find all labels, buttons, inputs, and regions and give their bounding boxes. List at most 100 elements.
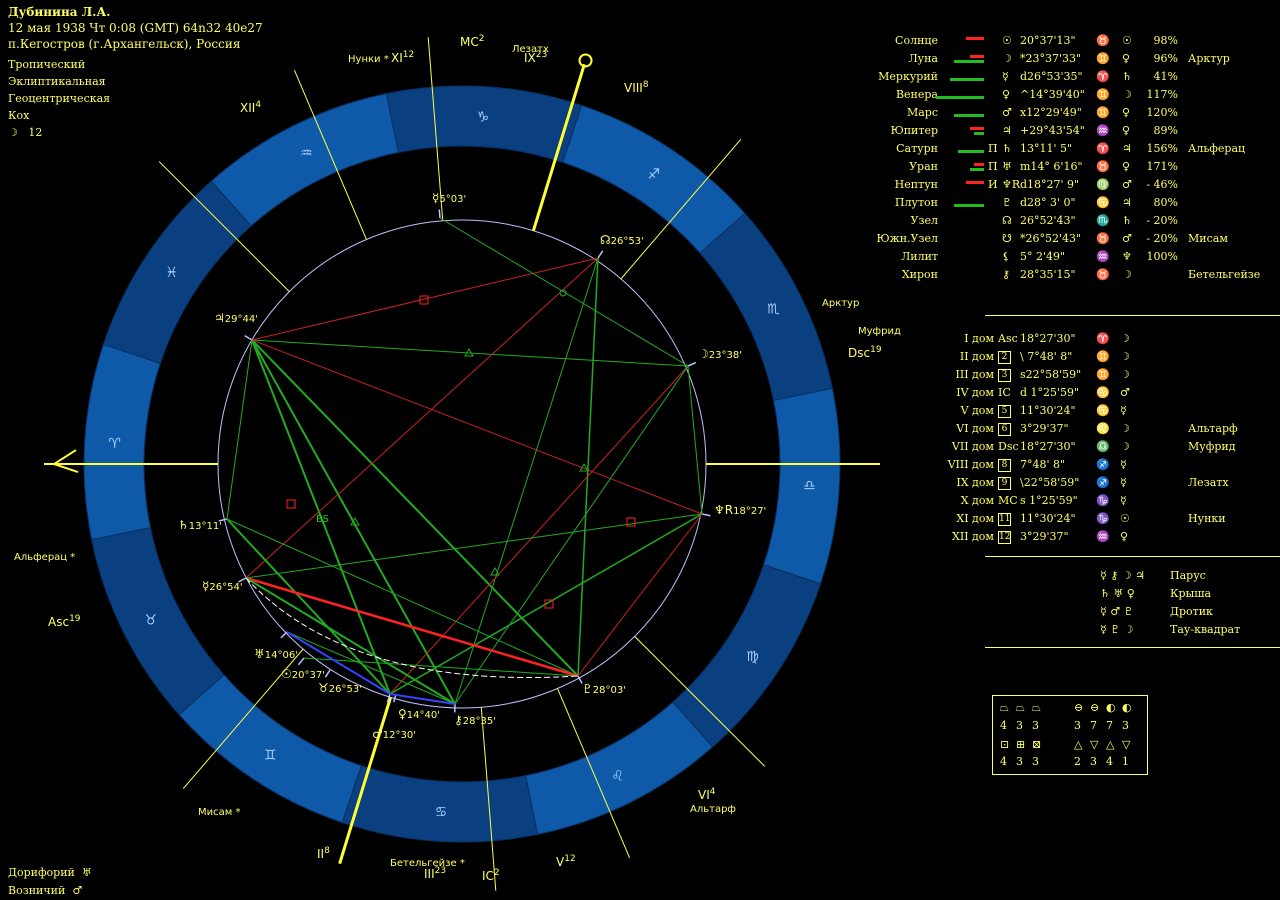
zodiac-sign-icon[interactable]: ♋ (435, 804, 448, 820)
house-row[interactable]: XII дом 12 3°29'37" ♒ ♀ (940, 528, 1280, 546)
planet-pct: - 20% (1146, 232, 1178, 245)
quality-count: 7 (1090, 719, 1097, 732)
planet-label[interactable]: ♂12°30' (372, 727, 416, 741)
planet-pos: *26°52'43" (1020, 232, 1082, 245)
aspect-line (577, 513, 703, 677)
planet-label[interactable]: ☽23°38' (698, 347, 742, 361)
quality-icon: ◐ (1106, 701, 1116, 714)
planet-name: Юпитер (890, 124, 938, 137)
house-row[interactable]: IV дом IC d 1°25'59" ♋ ♂ (940, 384, 1280, 402)
house-ruler: ☉ (1120, 512, 1130, 525)
planet-glyph: ☽ (1002, 52, 1012, 65)
house-sign: ♌ (1096, 422, 1110, 435)
house-name: XI дом (956, 512, 994, 525)
planet-row[interactable]: Сатурн П ♄ 13°11' 5" ♈ ♃ 156% Альферац (860, 140, 1280, 158)
zodiac-sign-icon[interactable]: ♉ (144, 613, 157, 629)
zodiac-sign-icon[interactable]: ♐ (648, 167, 661, 183)
planet-name: Сатурн (896, 142, 938, 155)
zodiac-sign-icon[interactable]: ♑ (477, 110, 490, 126)
planet-row[interactable]: Солнце ☉ 20°37'13" ♉ ☉ 98% (860, 32, 1280, 50)
planet-ruler: ♂ (1122, 232, 1132, 245)
planet-row[interactable]: Венера ♀ ^14°39'40" ♊ ☽ 117% (860, 86, 1280, 104)
house-row[interactable]: VI дом 6 3°29'37" ♌ ☽ Альтарф (940, 420, 1280, 438)
zodiac-sign-icon[interactable]: ♓ (165, 265, 178, 281)
planet-row[interactable]: Узел ☊ 26°52'43" ♏ ♄ - 20% (860, 212, 1280, 230)
zodiac-sign-icon[interactable]: ♏ (767, 301, 780, 317)
configuration-row[interactable]: ☿ ♇ ☽ Тау-квадрат (1100, 621, 1280, 639)
planet-label[interactable]: ♆R18°27' (714, 503, 766, 517)
planet-tick (687, 361, 697, 367)
planet-label[interactable]: ♄13°11' (178, 518, 222, 532)
planet-glyph: ♆R (1002, 178, 1021, 191)
planet-name: Хирон (901, 268, 938, 281)
element-icon: ⊡ (1000, 738, 1010, 751)
house-row[interactable]: IX дом 9 \22°58'59" ♐ ☿ Лезатх (940, 474, 1280, 492)
planet-label[interactable]: ♀14°40' (398, 707, 440, 721)
house-row[interactable]: III дом 3 s22°58'59" ♊ ☽ (940, 366, 1280, 384)
house-cusp: 6 (998, 423, 1011, 436)
planet-label[interactable]: ☉20°37' (281, 667, 325, 681)
planet-row[interactable]: Марс ♂ x12°29'49" ♊ ♀ 120% (860, 104, 1280, 122)
planet-sign: ♉ (1096, 34, 1110, 47)
zodiac-sign-icon[interactable]: ♎ (803, 478, 816, 494)
house-number-label: XII4 (240, 100, 261, 115)
house-row[interactable]: II дом 2 \ 7°48' 8" ♊ ☽ (940, 348, 1280, 366)
planet-label[interactable]: ☿26°54' (202, 579, 243, 593)
house-ruler: ☿ (1120, 404, 1127, 417)
aspect-line (251, 257, 599, 341)
planet-pos: x12°29'49" (1020, 106, 1082, 119)
zodiac-sign-icon[interactable]: ♒ (300, 146, 313, 162)
planet-tick (438, 209, 441, 219)
house-name: IX дом (956, 476, 994, 489)
planet-name: Меркурий (878, 70, 938, 83)
house-row[interactable]: V дом 5 11°30'24" ♋ ☿ (940, 402, 1280, 420)
planet-label[interactable]: ♇28°03' (582, 682, 626, 696)
configuration-row[interactable]: ☿ ♂ ♇ Дротик (1100, 603, 1280, 621)
configuration-glyphs: ☿ ♇ ☽ (1100, 623, 1134, 636)
planet-label[interactable]: ♅14°06' (254, 647, 298, 661)
planet-row[interactable]: Южн.Узел ☋ *26°52'43" ♉ ♂ - 20% Мисам (860, 230, 1280, 248)
planet-label[interactable]: ☿5°03' (432, 191, 466, 205)
configuration-row[interactable]: ☿ ⚷ ☽ ♃ Парус (1100, 567, 1280, 585)
house-ruler: ♀ (1120, 530, 1129, 543)
planet-pct: 171% (1146, 160, 1178, 173)
planet-star: Мисам (1188, 232, 1228, 245)
house-row[interactable]: X дом MC s 1°25'59" ♑ ☿ (940, 492, 1280, 510)
zodiac-sign-icon[interactable]: ♌ (611, 768, 624, 784)
mc-label: MC2 (460, 34, 484, 49)
planet-mark: П (988, 142, 998, 155)
house-row[interactable]: VIII дом 8 7°48' 8" ♐ ☿ (940, 456, 1280, 474)
house-sign: ♑ (1096, 512, 1110, 525)
aspect-line (226, 339, 253, 520)
planet-label[interactable]: ⚷28°35' (454, 713, 496, 727)
zodiac-sector (83, 343, 161, 541)
house-row[interactable]: I дом Asc 18°27'30" ♈ ☽ (940, 330, 1280, 348)
asc-label: Asc19 (48, 614, 81, 629)
zodiac-sign-icon[interactable]: ♈ (108, 436, 121, 452)
planet-label[interactable]: ☊26°53' (600, 233, 644, 247)
planet-row[interactable]: Хирон ⚷ 28°35'15" ♉ ☽ Бетельгейзе (860, 266, 1280, 284)
planet-name: Марс (906, 106, 938, 119)
zodiac-sign-icon[interactable]: ♊ (264, 747, 277, 763)
planet-row[interactable]: Уран П ♅ m14° 6'16" ♉ ♀ 171% (860, 158, 1280, 176)
planet-row[interactable]: Плутон ♇ d28° 3' 0" ♋ ♃ 80% (860, 194, 1280, 212)
planet-row[interactable]: Луна ☽ *23°37'33" ♊ ♀ 96% Арктур (860, 50, 1280, 68)
house-ruler: ☽ (1120, 332, 1130, 345)
house-row[interactable]: VII дом Dsc 18°27'30" ♎ ☽ Муфрид (940, 438, 1280, 456)
planet-star: Альферац (1188, 142, 1246, 155)
planet-label[interactable]: ♉26°53' (318, 681, 362, 695)
natal-chart-wheel[interactable]: ♈♉♊♋♌♍♎♏♐♑♒♓MC2IC2Asc19Dsc19XII4XI12 IX23… (0, 0, 950, 900)
configuration-row[interactable]: ♄ ♅ ♀ Крыша (1100, 585, 1280, 603)
zodiac-sign-icon[interactable]: ♍ (746, 649, 759, 665)
planet-row[interactable]: Юпитер ♃ +29°43'54" ♒ ♀ 89% (860, 122, 1280, 140)
planet-name: Венера (895, 88, 938, 101)
planet-row[interactable]: Лилит ⚸ 5° 2'49" ♒ ♆ 100% (860, 248, 1280, 266)
house-row[interactable]: XI дом 11 11°30'24" ♑ ☉ Нунки (940, 510, 1280, 528)
planet-sign: ♊ (1096, 52, 1110, 65)
benefic-bar (954, 114, 984, 117)
planet-row[interactable]: Меркурий ☿ d26°53'35" ♈ ♄ 41% (860, 68, 1280, 86)
planet-pct: 89% (1153, 124, 1178, 137)
planet-label[interactable]: ♃29°44' (214, 311, 258, 325)
house-cusp: MC (998, 494, 1018, 507)
planet-row[interactable]: Нептун И ♆R d18°27' 9" ♍ ♂ - 46% (860, 176, 1280, 194)
